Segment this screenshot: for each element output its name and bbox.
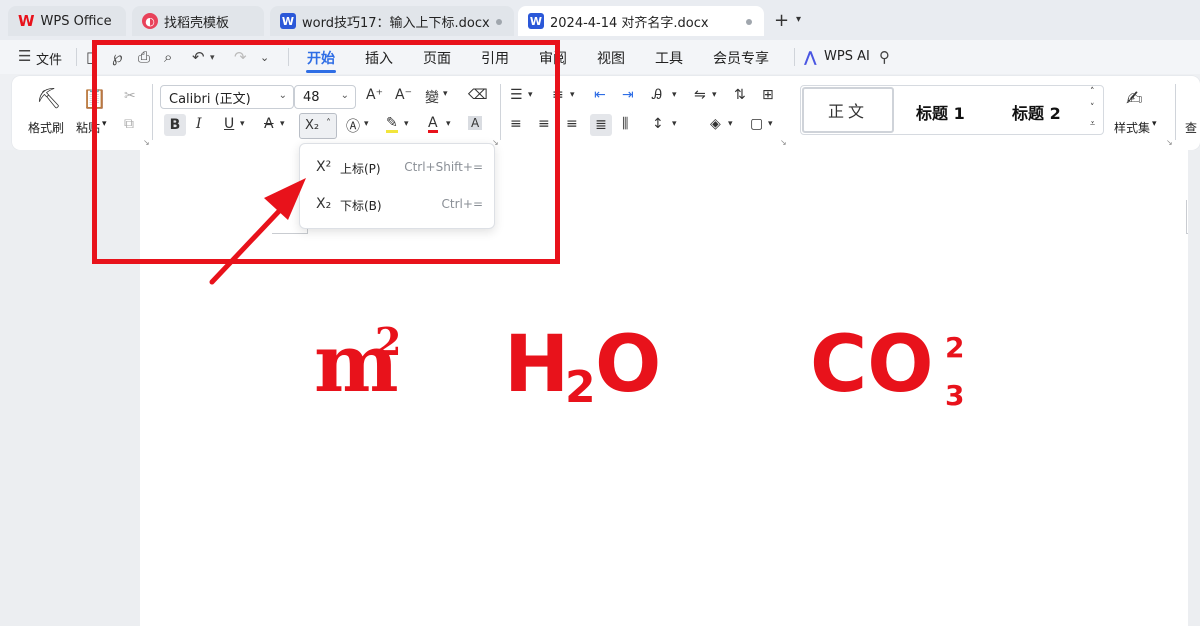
style-heading-1[interactable]: 标题 1	[916, 100, 965, 124]
tab-list-chevron-icon[interactable]: ▾	[796, 14, 801, 25]
distributed-align-icon[interactable]: ⫼	[622, 116, 628, 132]
paragraph-launcher-icon[interactable]: ↘	[780, 138, 787, 147]
search-icon[interactable]: ⚲	[879, 48, 890, 66]
formula-co-subscript: 3	[945, 379, 965, 412]
formula-h2o-subscript: 2	[565, 362, 596, 413]
formula-h2o-o: O	[595, 320, 662, 410]
tab-bar: W WPS Office ◐ 找稻壳模板 W word技巧17：输入上下标.do…	[0, 0, 1200, 40]
file-menu[interactable]: 文件	[36, 49, 62, 68]
word-doc-icon: W	[280, 13, 296, 29]
styles-launcher-icon[interactable]: ↘	[1166, 138, 1173, 147]
wps-logo-icon: W	[18, 12, 35, 30]
change-case-icon[interactable]: Ꭿ	[652, 87, 662, 103]
sort-icon[interactable]: ⇅	[734, 87, 746, 103]
line-spacing-icon[interactable]: ↕	[652, 116, 664, 132]
tab-doc-superscript[interactable]: W word技巧17：输入上下标.docx	[270, 6, 514, 36]
tab-view[interactable]: 视图	[597, 48, 625, 68]
docer-icon: ◐	[142, 13, 158, 29]
style-set-dropdown-icon[interactable]: ▾	[1152, 119, 1157, 129]
shading-fill-icon[interactable]: ◈	[710, 116, 721, 132]
style-set-button[interactable]: 样式集	[1114, 119, 1150, 136]
new-tab-plus-icon[interactable]: +	[774, 10, 789, 31]
unsaved-dot-icon	[746, 19, 752, 25]
styles-expand-icon[interactable]: ⩡	[1090, 119, 1095, 129]
justify-icon[interactable]: ≣	[590, 114, 612, 136]
style-set-icon[interactable]: ✍	[1126, 86, 1143, 110]
format-painter-button[interactable]: 格式刷	[28, 119, 64, 136]
format-painter-icon[interactable]: ⛏	[36, 86, 61, 110]
text-direction-dropdown-icon[interactable]: ▾	[712, 90, 717, 100]
tab-label: 2024-4-14 对齐名字.docx	[550, 15, 709, 31]
right-pane	[1188, 150, 1200, 626]
wps-ai-icon[interactable]: ⋀	[804, 48, 817, 66]
tab-label: 找稻壳模板	[164, 15, 230, 31]
tab-member[interactable]: 会员专享	[713, 48, 769, 68]
hamburger-menu-icon[interactable]: ☰	[18, 47, 31, 65]
tab-label: WPS Office	[40, 13, 112, 29]
formula-m-superscript: 2	[375, 319, 402, 364]
tab-docer[interactable]: ◐ 找稻壳模板	[132, 6, 264, 36]
annotation-arrow-icon	[209, 178, 306, 285]
annotation-highlight-box	[92, 40, 560, 264]
tab-doc-align-names[interactable]: W 2024-4-14 对齐名字.docx	[518, 6, 764, 36]
numbering-dropdown-icon[interactable]: ▾	[570, 90, 575, 100]
line-spacing-dropdown-icon[interactable]: ▾	[672, 119, 677, 129]
change-case-dropdown-icon[interactable]: ▾	[672, 90, 677, 100]
styles-scroll-down-icon[interactable]: ˅	[1090, 103, 1095, 113]
formula-co-superscript: 2	[945, 331, 965, 364]
text-direction-icon[interactable]: ⇋	[694, 87, 706, 103]
show-marks-icon[interactable]: ⊞	[762, 87, 774, 103]
wps-ai-button[interactable]: WPS AI	[824, 49, 870, 64]
find-button[interactable]: 查	[1185, 119, 1197, 136]
borders-icon[interactable]: ▢	[750, 116, 763, 132]
decrease-indent-icon[interactable]: ⇤	[594, 87, 606, 103]
tab-wps-office[interactable]: W WPS Office	[8, 6, 126, 36]
increase-indent-icon[interactable]: ⇥	[622, 87, 634, 103]
align-right-icon[interactable]: ≡	[566, 116, 578, 132]
shading-dropdown-icon[interactable]: ▾	[728, 119, 733, 129]
tab-label: word技巧17：输入上下标.docx	[302, 15, 490, 31]
style-heading-2[interactable]: 标题 2	[1012, 100, 1061, 124]
formula-co-base: CO	[810, 320, 934, 410]
tab-tools[interactable]: 工具	[655, 48, 683, 68]
style-normal[interactable]: 正文	[802, 87, 894, 133]
word-doc-icon: W	[528, 13, 544, 29]
borders-dropdown-icon[interactable]: ▾	[768, 119, 773, 129]
styles-scroll-up-icon[interactable]: ˄	[1090, 87, 1095, 97]
formula-h2o-h: H	[504, 320, 570, 410]
unsaved-dot-icon	[496, 19, 502, 25]
